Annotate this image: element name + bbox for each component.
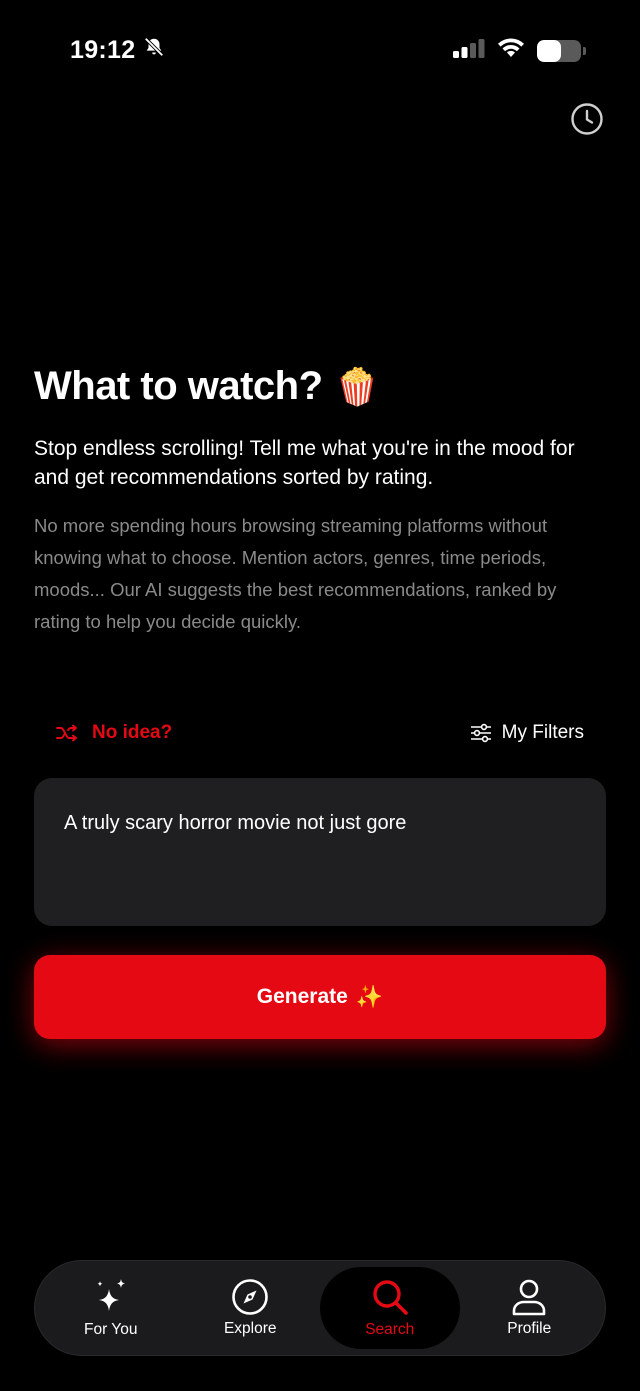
prompt-input[interactable]: A truly scary horror movie not just gore [34,778,606,926]
sliders-icon [470,723,491,743]
tab-label-explore: Explore [223,1320,277,1337]
my-filters-button[interactable]: My Filters [470,722,584,744]
prompt-input-value: A truly scary horror movie not just gore [64,812,407,834]
search-screen: 19:12 What to watch? 🍿 Stop endless scro… [0,0,640,1391]
generate-button[interactable]: Generate ✨ [34,955,606,1039]
page-title-text: What to watch? [34,364,323,408]
page-subtitle: Stop endless scrolling! Tell me what you… [34,437,575,489]
tab-search[interactable]: Search [320,1267,460,1349]
cellular-signal-icon [453,38,485,63]
status-right-group [453,38,586,63]
wifi-icon [497,38,525,63]
my-filters-label: My Filters [501,722,584,743]
page-title: What to watch? 🍿 [34,364,379,409]
battery-fill [537,39,562,62]
status-time-group: 19:12 [70,36,165,65]
sparkles-emoji: ✨ [355,984,384,1009]
tab-label-search: Search [365,1321,415,1338]
history-button[interactable] [570,102,604,136]
page-description: No more spending hours browsing streamin… [34,515,557,632]
sparkles-icon [97,1279,125,1311]
tab-for-you[interactable]: For You [41,1267,181,1349]
no-idea-label: No idea? [92,722,173,743]
tab-label-for-you: For You [84,1321,138,1338]
tab-bar: For You Explore Search Profile [34,1260,606,1356]
search-icon [373,1280,408,1315]
shuffle-icon [56,724,77,742]
battery-icon [537,39,586,62]
compass-icon [232,1279,269,1315]
clock-history-icon [571,103,603,135]
person-icon [512,1279,546,1316]
tab-explore[interactable]: Explore [181,1267,321,1349]
generate-label: Generate [256,985,348,1008]
tab-label-profile: Profile [507,1320,552,1337]
no-idea-button[interactable]: No idea? [56,722,172,744]
status-bar: 19:12 [0,0,640,100]
tab-profile[interactable]: Profile [460,1267,600,1349]
popcorn-emoji: 🍿 [334,365,380,407]
status-time: 19:12 [70,36,136,64]
bell-slash-icon [143,36,165,65]
